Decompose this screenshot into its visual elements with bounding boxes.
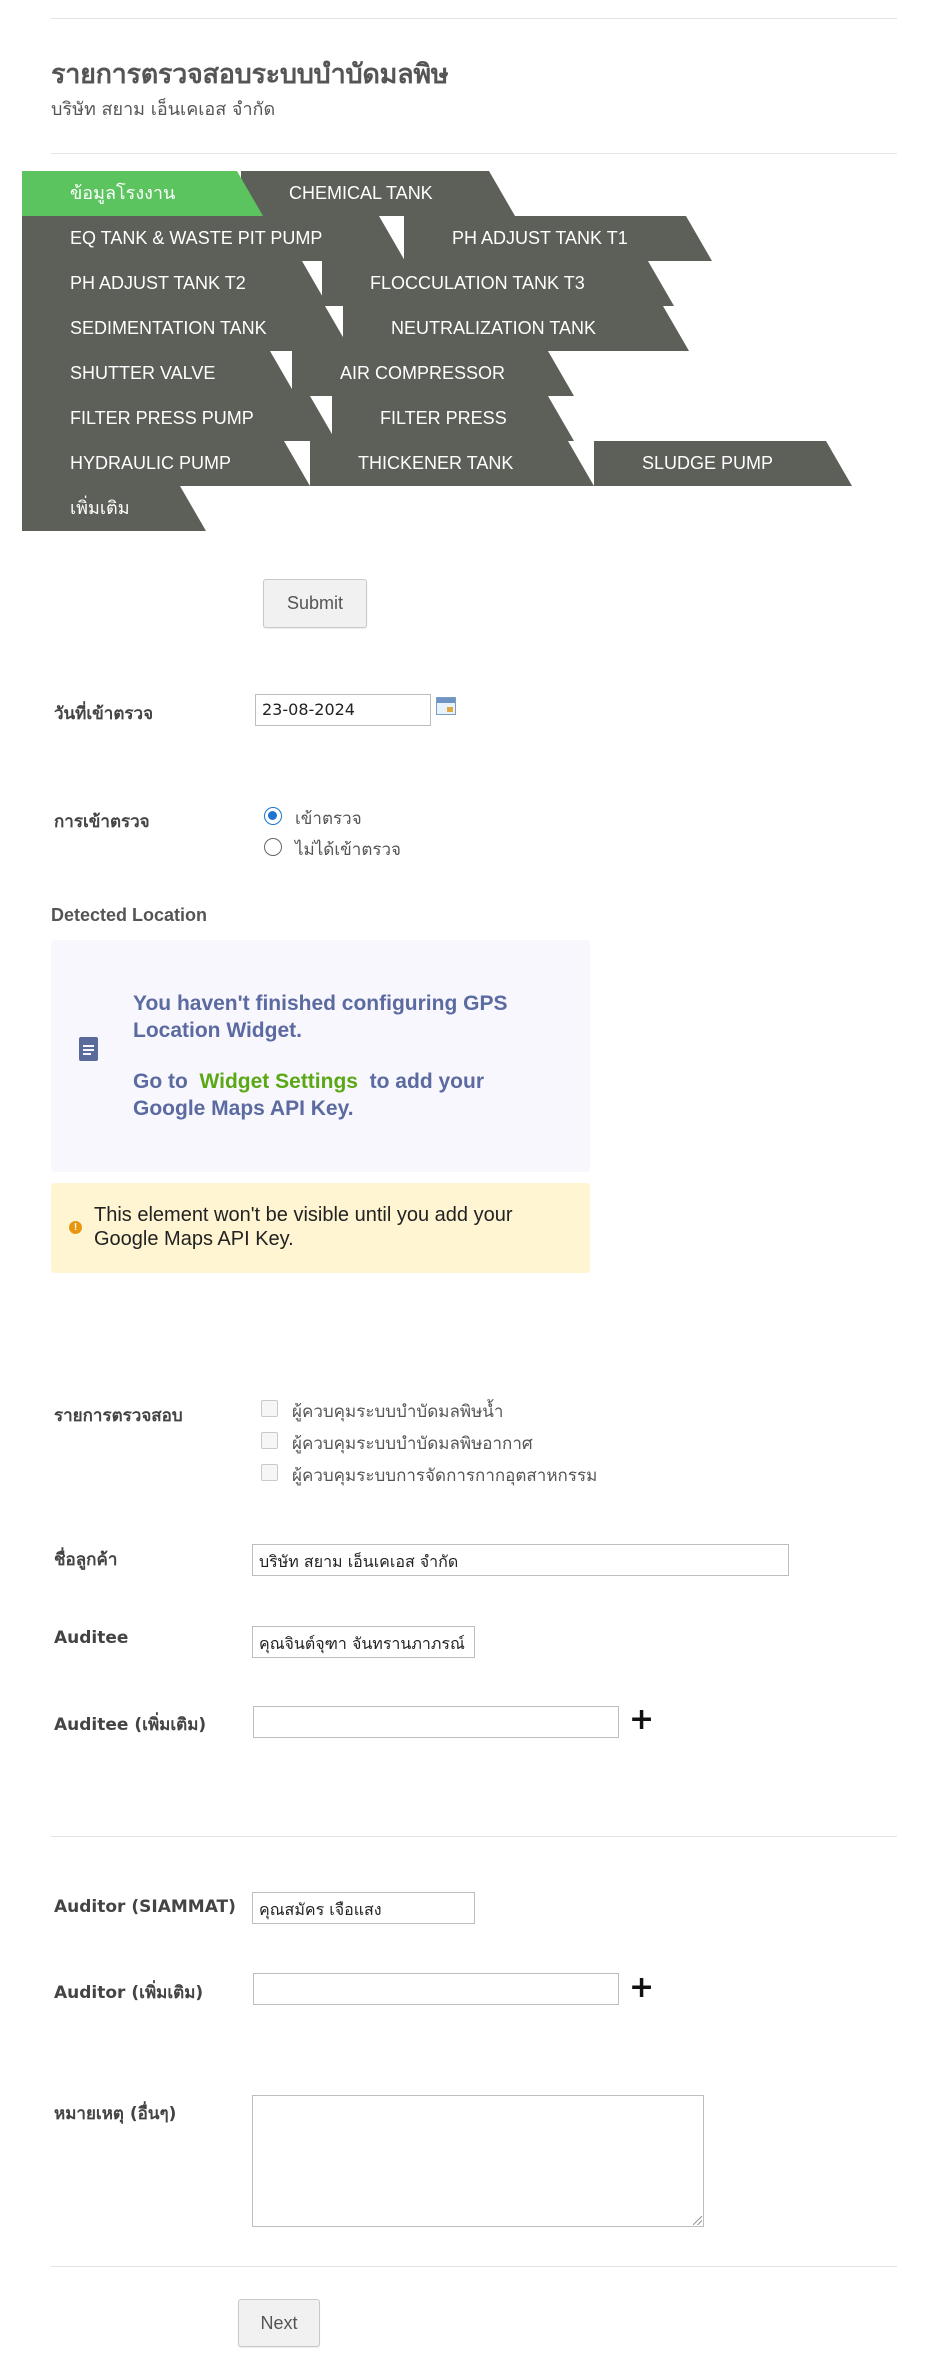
tab-ph-adjust-t2[interactable]: PH ADJUST TANK T2 bbox=[22, 261, 328, 306]
customer-input[interactable]: บริษัท สยาม เอ็นเคเอส จำกัด bbox=[252, 1544, 789, 1576]
calendar-icon[interactable] bbox=[436, 697, 456, 715]
radio-visited-label: เข้าตรวจ bbox=[295, 809, 362, 829]
auditee-input[interactable]: คุณจินต์จุฑา จันทรานภาภรณ์ bbox=[252, 1626, 475, 1658]
form-title: รายการตรวจสอบระบบบำบัดมลพิษ bbox=[51, 59, 449, 90]
tab-hydraulic-pump[interactable]: HYDRAULIC PUMP bbox=[22, 441, 310, 486]
header-divider bbox=[51, 153, 897, 154]
add-auditee-plus-icon[interactable]: + bbox=[629, 1705, 654, 1735]
visit-date-label: วันที่เข้าตรวจ bbox=[54, 704, 154, 724]
tab-ph-adjust-t1[interactable]: PH ADJUST TANK T1 bbox=[404, 216, 712, 261]
visit-label: การเข้าตรวจ bbox=[54, 812, 150, 832]
checkbox-waste-controller-label: ผู้ควบคุมระบบการจัดการกากอุตสาหกรรม bbox=[292, 1466, 598, 1486]
tab-eq-tank[interactable]: EQ TANK & WASTE PIT PUMP bbox=[22, 216, 405, 261]
auditor-more-input[interactable] bbox=[253, 1973, 619, 2005]
tab-flocculation-tank[interactable]: FLOCCULATION TANK T3 bbox=[322, 261, 674, 306]
tab-shutter-valve[interactable]: SHUTTER VALVE bbox=[22, 351, 296, 396]
footer-divider bbox=[51, 2266, 897, 2267]
gps-notice-line1: You haven't finished configuring GPS bbox=[133, 992, 508, 1015]
warning-text: This element won't be visible until you … bbox=[94, 1204, 513, 1250]
checklist-label: รายการตรวจสอบ bbox=[54, 1406, 183, 1426]
tab-plant-info[interactable]: ข้อมูลโรงงาน bbox=[22, 171, 263, 216]
checkbox-water-controller[interactable] bbox=[261, 1400, 278, 1417]
auditor-more-label: Auditor (เพิ่มเติม) bbox=[54, 1983, 204, 2003]
gps-notice-line3: Go to Widget Settings to add your bbox=[133, 1070, 484, 1093]
tab-thickener-tank[interactable]: THICKENER TANK bbox=[310, 441, 594, 486]
auditee-more-input[interactable] bbox=[253, 1706, 619, 1738]
section-divider bbox=[51, 1836, 897, 1837]
form-subtitle: บริษัท สยาม เอ็นเคเอส จำกัด bbox=[51, 99, 276, 120]
gps-config-notice: You haven't finished configuring GPS Loc… bbox=[51, 940, 590, 1172]
checkbox-air-controller[interactable] bbox=[261, 1432, 278, 1449]
widget-settings-link[interactable]: Widget Settings bbox=[200, 1070, 358, 1093]
tab-air-compressor[interactable]: AIR COMPRESSOR bbox=[292, 351, 574, 396]
gps-notice-line2: Location Widget. bbox=[133, 1019, 302, 1042]
detected-location-title: Detected Location bbox=[51, 905, 208, 925]
api-key-warning: ! This element won't be visible until yo… bbox=[51, 1183, 590, 1273]
next-button[interactable]: Next bbox=[238, 2299, 320, 2347]
radio-not-visited-label: ไม่ได้เข้าตรวจ bbox=[295, 840, 402, 860]
document-icon bbox=[79, 1037, 98, 1061]
checkbox-waste-controller[interactable] bbox=[261, 1464, 278, 1481]
tab-chemical-tank[interactable]: CHEMICAL TANK bbox=[241, 171, 515, 216]
auditee-more-label: Auditee (เพิ่มเติม) bbox=[54, 1715, 207, 1735]
warning-icon: ! bbox=[69, 1221, 82, 1234]
radio-visited[interactable] bbox=[264, 807, 282, 825]
auditee-label: Auditee bbox=[54, 1628, 129, 1648]
submit-button[interactable]: Submit bbox=[263, 579, 367, 628]
top-divider bbox=[51, 18, 897, 19]
tab-additional[interactable]: เพิ่มเติม bbox=[22, 486, 206, 531]
checkbox-air-controller-label: ผู้ควบคุมระบบบำบัดมลพิษอากาศ bbox=[292, 1434, 533, 1454]
notes-textarea[interactable] bbox=[252, 2095, 704, 2227]
customer-label: ชื่อลูกค้า bbox=[54, 1550, 118, 1570]
notes-label: หมายเหตุ (อื่นๆ) bbox=[54, 2104, 177, 2124]
tab-sludge-pump[interactable]: SLUDGE PUMP bbox=[594, 441, 852, 486]
add-auditor-plus-icon[interactable]: + bbox=[629, 1973, 654, 2003]
tab-filter-press[interactable]: FILTER PRESS bbox=[332, 396, 574, 441]
tab-neutralization-tank[interactable]: NEUTRALIZATION TANK bbox=[343, 306, 689, 351]
visit-date-input[interactable]: 23-08-2024 bbox=[255, 694, 431, 726]
resize-handle[interactable] bbox=[693, 2216, 702, 2225]
checkbox-water-controller-label: ผู้ควบคุมระบบบำบัดมลพิษน้ำ bbox=[292, 1402, 504, 1422]
gps-notice-line4: Google Maps API Key. bbox=[133, 1097, 354, 1120]
radio-not-visited[interactable] bbox=[264, 838, 282, 856]
tab-filter-press-pump[interactable]: FILTER PRESS PUMP bbox=[22, 396, 336, 441]
tab-sedimentation-tank[interactable]: SEDIMENTATION TANK bbox=[22, 306, 351, 351]
auditor-label: Auditor (SIAMMAT) bbox=[54, 1897, 236, 1917]
auditor-input[interactable]: คุณสมัคร เจือแสง bbox=[252, 1892, 475, 1924]
